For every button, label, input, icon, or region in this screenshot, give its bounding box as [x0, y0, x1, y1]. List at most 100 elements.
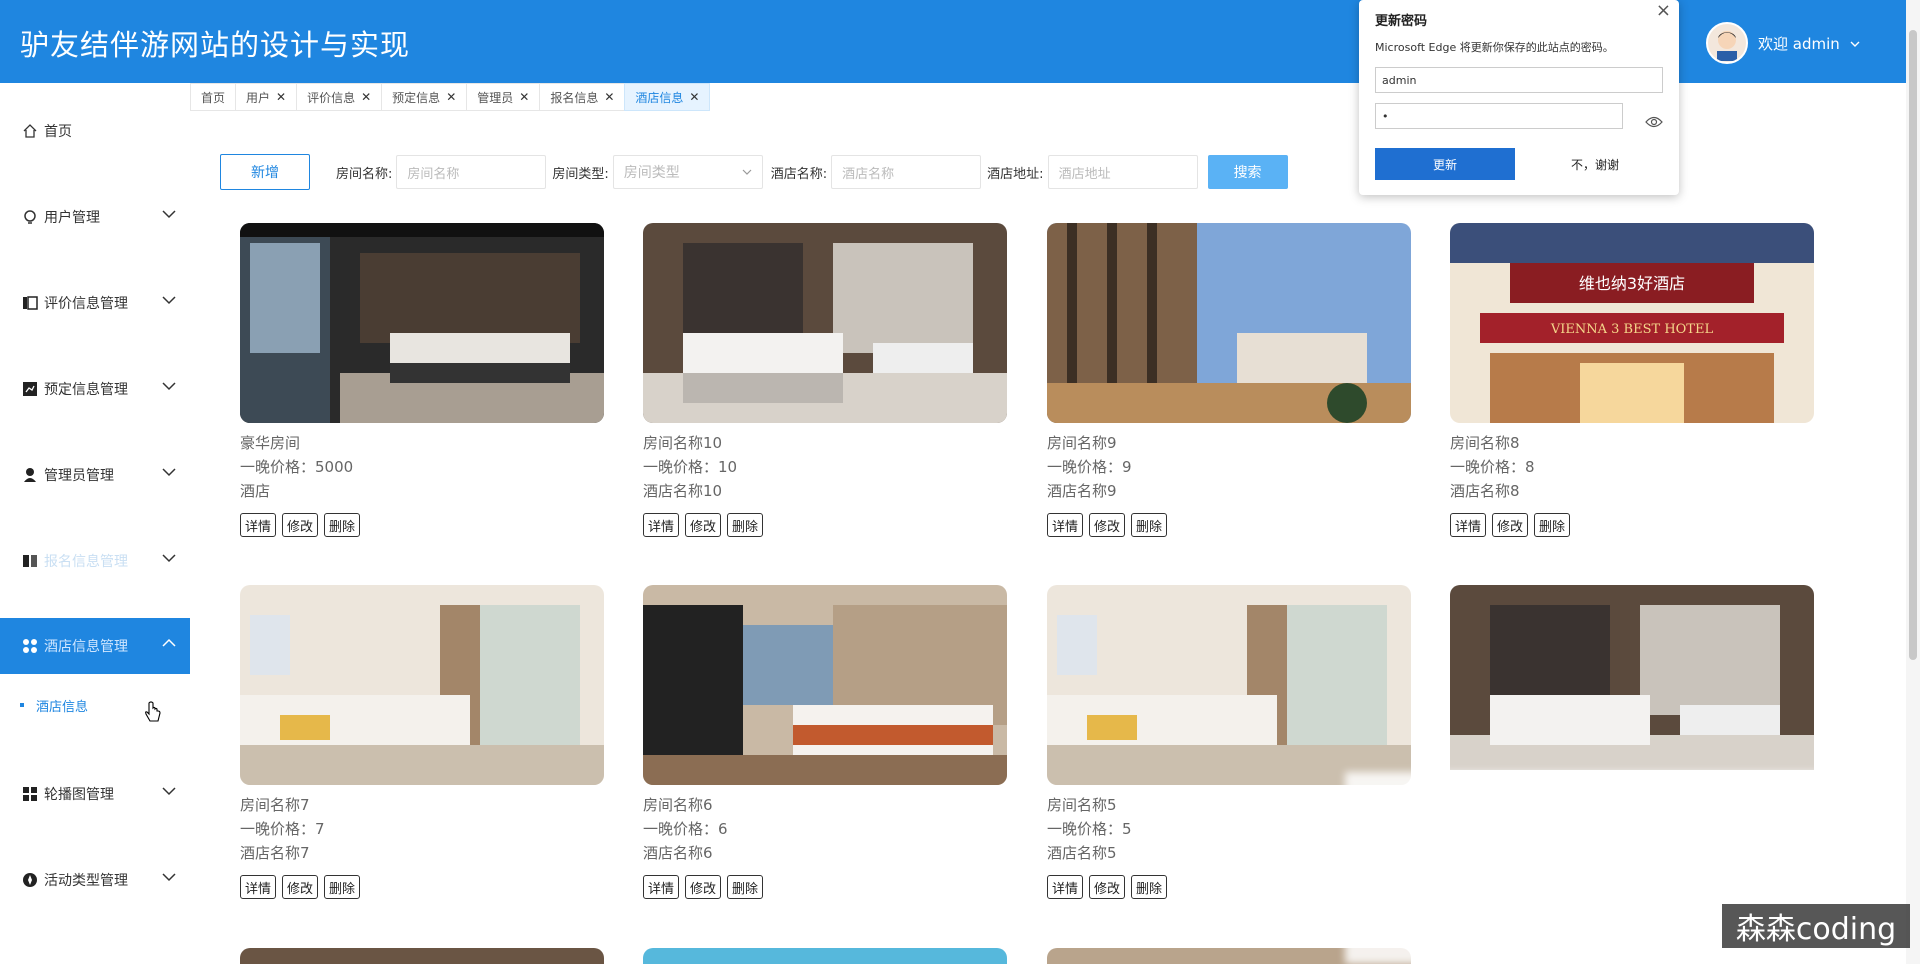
- sidebar-item-label: 用户管理: [44, 210, 100, 226]
- room-image[interactable]: [240, 223, 604, 423]
- detail-button[interactable]: 详情: [1047, 513, 1084, 537]
- room-card: 房间名称9 一晚价格：9 酒店名称9 详情 修改 删除: [1047, 223, 1411, 537]
- detail-button[interactable]: 详情: [643, 513, 680, 537]
- delete-button[interactable]: 删除: [324, 875, 361, 899]
- bullet-icon: [20, 703, 24, 707]
- hotel-sign-text: 维也纳3好酒店: [1579, 274, 1685, 293]
- tab-label: 报名信息: [550, 90, 599, 105]
- home-icon: [22, 123, 38, 139]
- update-button[interactable]: 更新: [1375, 148, 1515, 180]
- username-field[interactable]: admin: [1375, 67, 1663, 93]
- close-icon[interactable]: ✕: [276, 90, 286, 104]
- room-card: 维也纳3好酒店 VIENNA 3 BEST HOTEL 房间名称8 一晚价格：8 …: [1450, 223, 1814, 537]
- review-icon: [22, 295, 38, 311]
- detail-button[interactable]: 详情: [1450, 513, 1487, 537]
- tab-reviews[interactable]: 评价信息 ✕: [296, 83, 383, 111]
- delete-button[interactable]: 删除: [324, 513, 361, 537]
- tab-hotel-info[interactable]: 酒店信息 ✕: [624, 83, 711, 111]
- scrollbar-thumb[interactable]: [1909, 30, 1917, 660]
- chevron-down-icon: [742, 164, 752, 180]
- delete-button[interactable]: 删除: [1131, 513, 1168, 537]
- password-update-dialog: × 更新密码 Microsoft Edge 将更新你保存的此站点的密码。 adm…: [1359, 0, 1679, 195]
- watermark: 森森coding: [1722, 904, 1910, 948]
- tab-bookings[interactable]: 预定信息 ✕: [381, 83, 468, 111]
- room-image[interactable]: [1047, 223, 1411, 423]
- room-image[interactable]: [643, 948, 1007, 964]
- room-name: 豪华房间: [240, 434, 301, 452]
- sidebar-item-bookings[interactable]: 预定信息管理: [0, 361, 190, 417]
- tab-admins[interactable]: 管理员 ✕: [466, 83, 541, 111]
- edit-button[interactable]: 修改: [1089, 513, 1126, 537]
- close-icon[interactable]: ✕: [446, 90, 456, 104]
- room-name-input[interactable]: 房间名称: [396, 155, 547, 189]
- user-menu[interactable]: 欢迎 admin: [1706, 22, 1860, 64]
- dialog-description: Microsoft Edge 将更新你保存的此站点的密码。: [1375, 41, 1614, 54]
- room-image[interactable]: [1047, 585, 1411, 785]
- tab-home[interactable]: 首页: [190, 83, 237, 111]
- carousel-icon: [22, 786, 38, 802]
- sidebar-item-admins[interactable]: 管理员管理: [0, 447, 190, 503]
- tab-signups[interactable]: 报名信息 ✕: [539, 83, 626, 111]
- delete-button[interactable]: 删除: [1534, 513, 1571, 537]
- chevron-up-icon: [162, 636, 176, 652]
- person-icon: [22, 467, 38, 483]
- add-button[interactable]: 新增: [220, 154, 310, 190]
- close-icon[interactable]: ×: [1656, 0, 1671, 21]
- room-name: 房间名称7: [240, 796, 310, 814]
- room-price: 一晚价格：8: [1450, 458, 1535, 476]
- room-name: 房间名称6: [643, 796, 713, 814]
- edit-button[interactable]: 修改: [282, 513, 319, 537]
- room-image[interactable]: [240, 585, 604, 785]
- close-icon[interactable]: ✕: [604, 90, 614, 104]
- tab-label: 管理员: [477, 90, 514, 105]
- room-image[interactable]: [240, 948, 604, 964]
- edit-button[interactable]: 修改: [685, 875, 722, 899]
- welcome-text[interactable]: 欢迎 admin: [1758, 33, 1840, 54]
- room-image[interactable]: [1450, 585, 1814, 770]
- detail-button[interactable]: 详情: [643, 875, 680, 899]
- room-type-select[interactable]: 房间类型: [612, 155, 763, 189]
- sidebar-item-home[interactable]: 首页: [0, 103, 190, 159]
- sidebar: 首页 用户管理 评价信息管理 预定信息管理 管理员管理 报名信息管理 酒店信息管…: [0, 83, 190, 964]
- close-icon[interactable]: ✕: [519, 90, 529, 104]
- edit-button[interactable]: 修改: [1492, 513, 1529, 537]
- sidebar-item-signups[interactable]: 报名信息管理: [0, 533, 190, 589]
- sidebar-item-users[interactable]: 用户管理: [0, 189, 190, 245]
- hotel-name-input[interactable]: 酒店名称: [831, 155, 982, 189]
- search-bar: 新增 房间名称: 房间名称 房间类型: 房间类型 酒店名称: 酒店名称 酒店地址…: [220, 154, 1288, 190]
- room-name: 房间名称8: [1450, 434, 1520, 452]
- delete-button[interactable]: 删除: [727, 513, 764, 537]
- close-icon[interactable]: ✕: [361, 90, 371, 104]
- chevron-down-icon[interactable]: [1850, 34, 1860, 52]
- sidebar-item-hotels[interactable]: 酒店信息管理: [0, 618, 190, 674]
- room-image[interactable]: [643, 585, 1007, 785]
- close-icon[interactable]: ✕: [689, 90, 699, 104]
- room-image[interactable]: 维也纳3好酒店 VIENNA 3 BEST HOTEL: [1450, 223, 1814, 423]
- search-button[interactable]: 搜索: [1207, 155, 1288, 189]
- detail-button[interactable]: 详情: [240, 513, 277, 537]
- scrollbar[interactable]: [1906, 0, 1920, 964]
- hotel-name: 酒店名称9: [1047, 482, 1117, 500]
- tab-users[interactable]: 用户 ✕: [235, 83, 298, 111]
- sidebar-item-activity-types[interactable]: 活动类型管理: [0, 852, 190, 908]
- chevron-down-icon: [162, 784, 176, 800]
- sidebar-item-carousel[interactable]: 轮播图管理: [0, 766, 190, 822]
- edit-button[interactable]: 修改: [1089, 875, 1126, 899]
- hotel-address-input[interactable]: 酒店地址: [1047, 155, 1198, 189]
- delete-button[interactable]: 删除: [1131, 875, 1168, 899]
- room-image[interactable]: [643, 223, 1007, 423]
- chevron-down-icon: [162, 551, 176, 567]
- edit-button[interactable]: 修改: [685, 513, 722, 537]
- no-thanks-button[interactable]: 不，谢谢: [1535, 148, 1655, 180]
- password-field[interactable]: •: [1375, 103, 1623, 129]
- avatar[interactable]: [1706, 22, 1748, 64]
- detail-button[interactable]: 详情: [240, 875, 277, 899]
- sidebar-item-reviews[interactable]: 评价信息管理: [0, 275, 190, 331]
- detail-button[interactable]: 详情: [1047, 875, 1084, 899]
- eye-icon[interactable]: [1645, 113, 1663, 132]
- edit-button[interactable]: 修改: [282, 875, 319, 899]
- sidebar-item-label: 报名信息管理: [44, 554, 128, 570]
- hotel-name-label: 酒店名称:: [770, 166, 828, 182]
- chevron-down-icon: [162, 207, 176, 223]
- delete-button[interactable]: 删除: [727, 875, 764, 899]
